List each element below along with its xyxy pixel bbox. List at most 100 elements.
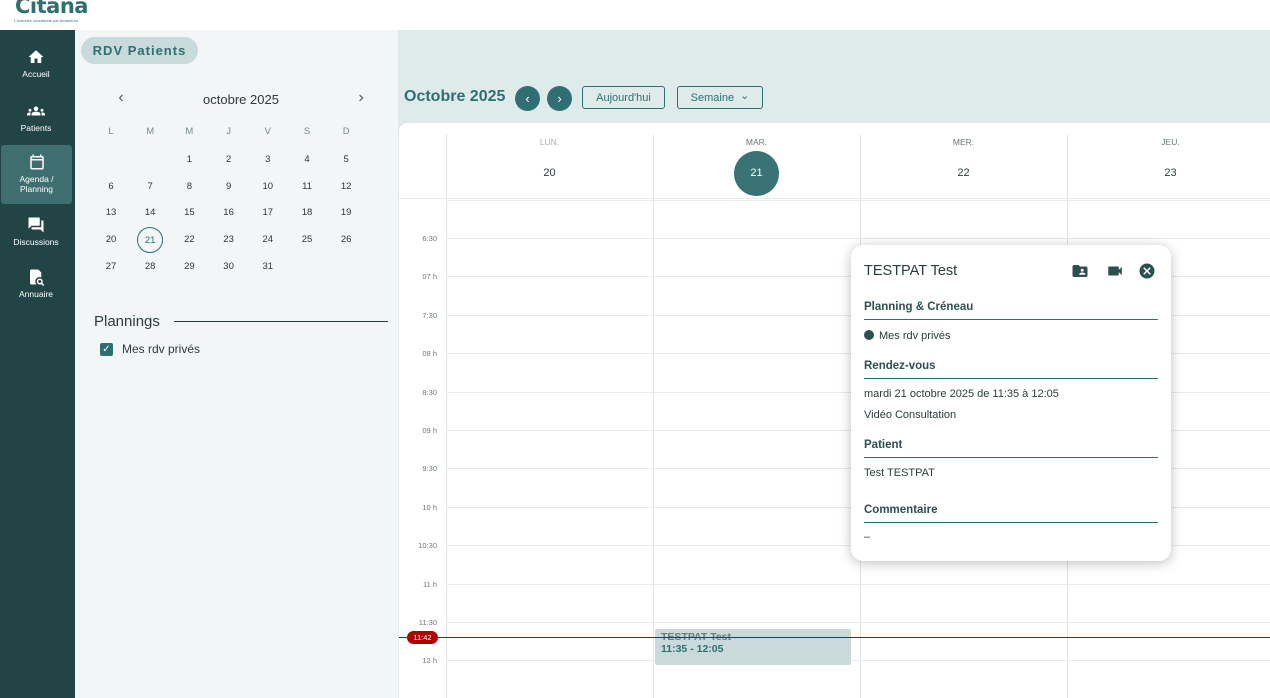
mini-calendar-day[interactable]: 18 xyxy=(294,200,320,226)
nav-label: Accueil xyxy=(22,69,50,79)
nav-label: Discussions xyxy=(13,237,59,247)
mini-calendar-day[interactable]: 23 xyxy=(216,227,242,253)
mini-calendar-day[interactable]: 9 xyxy=(216,174,242,200)
nav-label: Annuaire xyxy=(18,289,54,299)
home-icon xyxy=(28,50,44,63)
mini-calendar-day[interactable]: 28 xyxy=(137,254,163,280)
mini-calendar-day[interactable]: 13 xyxy=(98,200,124,226)
view-select[interactable]: Semaine ⌄ xyxy=(677,86,763,109)
time-slot-line xyxy=(446,622,1270,623)
time-slot-line xyxy=(446,199,1270,201)
rdv-date: mardi 21 octobre 2025 de 11:35 à 12:05 xyxy=(864,388,1059,400)
mini-calendar-weekday: M xyxy=(185,126,194,137)
calendar-next-button[interactable]: › xyxy=(547,86,572,111)
nav-item-accueil[interactable]: Accueil xyxy=(0,48,72,79)
time-label: 10:30 xyxy=(418,541,437,551)
mini-calendar-day[interactable]: 26 xyxy=(333,227,359,253)
day-header-number[interactable]: 22 xyxy=(860,167,1067,179)
mini-calendar-day[interactable]: 3 xyxy=(255,147,281,173)
calendar-prev-button[interactable]: ‹ xyxy=(515,86,540,111)
mini-calendar-day[interactable]: 7 xyxy=(137,174,163,200)
chevron-down-icon: ⌄ xyxy=(740,89,750,102)
mini-calendar-day[interactable]: 6 xyxy=(98,174,124,200)
section-title-comment: Commentaire xyxy=(864,504,938,516)
mini-calendar-day[interactable]: 22 xyxy=(176,227,202,253)
mini-calendar-next-button[interactable]: › xyxy=(353,89,369,109)
calendar-month-title: Octobre 2025 xyxy=(404,88,506,105)
planning-checkbox[interactable]: ✓ xyxy=(100,343,113,356)
mini-calendar-day[interactable]: 19 xyxy=(333,200,359,226)
mini-calendar-day[interactable]: 10 xyxy=(255,174,281,200)
mini-calendar-prev-button[interactable]: ‹ xyxy=(113,89,129,109)
nav-label: Patients xyxy=(20,123,52,133)
rdv-type: Vidéo Consultation xyxy=(864,409,957,421)
day-header-number[interactable]: 20 xyxy=(446,167,653,179)
mini-calendar-day[interactable]: 15 xyxy=(176,200,202,226)
event-detail-popup: TESTPAT Test Planning & Créneau Mes rdv … xyxy=(851,245,1171,561)
today-day-number[interactable]: 21 xyxy=(734,151,779,196)
mini-calendar-weekday: V xyxy=(264,126,271,137)
grid-line xyxy=(653,135,654,698)
page-title-chip: RDV Patients xyxy=(81,37,198,64)
nav-item-agenda[interactable]: Agenda / Planning xyxy=(1,145,72,204)
mini-calendar-day[interactable]: 27 xyxy=(98,254,124,280)
mini-calendar-day[interactable]: 20 xyxy=(98,227,124,253)
time-slot-line xyxy=(446,660,1270,662)
mini-calendar-day[interactable]: 8 xyxy=(176,174,202,200)
mini-calendar-day[interactable]: 29 xyxy=(176,254,202,280)
mini-calendar-day[interactable]: 4 xyxy=(294,147,320,173)
day-header-name: MAR. xyxy=(745,137,768,147)
mini-calendar-day[interactable]: 17 xyxy=(255,200,281,226)
time-label: 6:30 xyxy=(422,234,437,243)
section-title-rdv: Rendez-vous xyxy=(864,360,936,372)
mini-calendar-day[interactable]: 2 xyxy=(216,147,242,173)
mini-calendar-weekday: M xyxy=(146,126,155,137)
nav-item-discussions[interactable]: Discussions xyxy=(0,216,72,247)
nav-item-annuaire[interactable]: Annuaire xyxy=(0,268,72,299)
time-label: 8:30 xyxy=(422,387,437,397)
video-camera-icon[interactable] xyxy=(1106,262,1124,280)
plannings-heading: Plannings xyxy=(94,313,160,330)
time-label: 11:30 xyxy=(418,618,437,627)
app-tagline: L'exercice coordonné par Amaneuro xyxy=(14,18,79,23)
time-label: 08 h xyxy=(422,349,437,359)
patient-folder-icon[interactable] xyxy=(1071,262,1089,280)
calendar-event[interactable]: TESTPAT Test 11:35 - 12:05 xyxy=(655,629,851,665)
section-divider xyxy=(864,457,1158,458)
mini-calendar-day[interactable]: 25 xyxy=(294,227,320,253)
app-logo[interactable]: Citana xyxy=(15,0,88,18)
planning-name: Mes rdv privés xyxy=(879,330,951,342)
section-title-patient: Patient xyxy=(864,439,903,451)
current-time-line xyxy=(399,637,1270,638)
mini-calendar-weekday: L xyxy=(108,126,114,137)
close-icon[interactable] xyxy=(1138,262,1156,280)
time-slot-line xyxy=(446,238,1270,239)
day-header-number[interactable]: 23 xyxy=(1067,167,1270,179)
time-label: 9:30 xyxy=(422,464,437,474)
mini-calendar-day[interactable]: 11 xyxy=(294,174,320,200)
nav-label: Agenda / Planning xyxy=(19,174,54,194)
mini-calendar-day[interactable]: 30 xyxy=(216,254,242,280)
mini-calendar-day[interactable]: 31 xyxy=(255,254,281,280)
time-label: 12 h xyxy=(422,656,437,666)
section-divider xyxy=(864,378,1158,379)
day-header-name: MER. xyxy=(952,137,975,147)
planning-checkbox-label[interactable]: Mes rdv privés xyxy=(122,342,200,356)
mini-calendar-weekday: S xyxy=(303,126,311,137)
mini-calendar-day[interactable]: 14 xyxy=(137,200,163,226)
grid-line xyxy=(446,135,447,698)
mini-calendar-weekday: J xyxy=(226,126,231,137)
mini-calendar-day[interactable]: 5 xyxy=(333,147,359,173)
time-label: 11 h xyxy=(422,579,437,589)
event-time: 11:35 - 12:05 xyxy=(661,643,724,655)
day-header-name: JEU. xyxy=(1161,137,1180,147)
today-button[interactable]: Aujourd'hui xyxy=(582,86,665,109)
mini-calendar-day[interactable]: 16 xyxy=(216,200,242,226)
mini-calendar-day[interactable]: 12 xyxy=(333,174,359,200)
nav-item-patients[interactable]: Patients xyxy=(0,102,72,133)
top-bar: Citana L'exercice coordonné par Amaneuro xyxy=(0,0,1270,30)
section-divider xyxy=(864,319,1158,320)
mini-calendar-day[interactable]: 24 xyxy=(255,227,281,253)
section-title-planning: Planning & Créneau xyxy=(864,301,974,313)
mini-calendar-day[interactable]: 1 xyxy=(176,147,202,173)
